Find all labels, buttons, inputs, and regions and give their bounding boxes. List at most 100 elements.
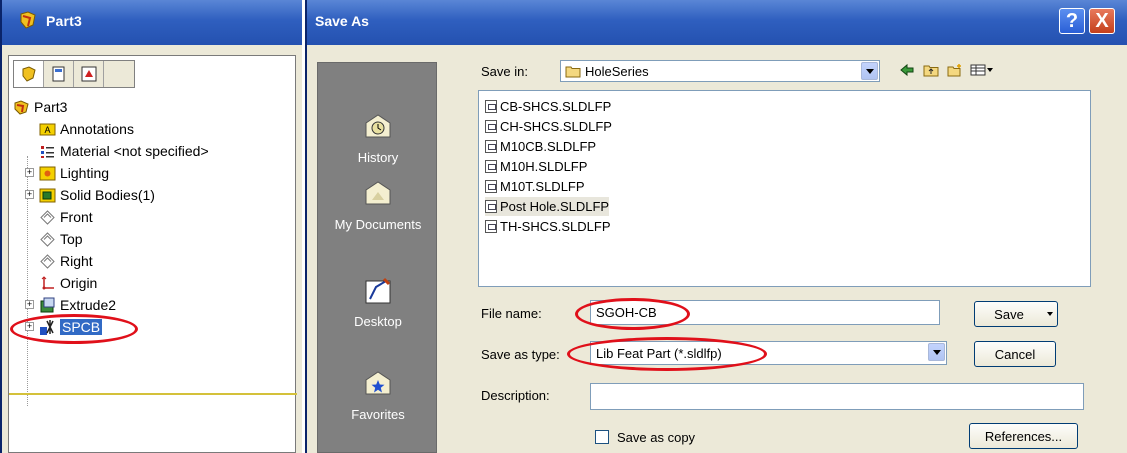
- feature-manager-icon: [22, 66, 36, 82]
- cancel-button-label: Cancel: [994, 346, 1036, 362]
- save-options-dropdown[interactable]: [1043, 301, 1058, 327]
- file-list-item[interactable]: TH-SHCS.SLDLFP: [485, 217, 611, 236]
- tree-item-label: Top: [60, 231, 83, 247]
- tree-item-top-plane[interactable]: Top: [39, 228, 83, 250]
- favorites-icon: [365, 371, 391, 395]
- expand-plus-icon[interactable]: +: [25, 168, 34, 177]
- property-manager-icon: [52, 66, 64, 82]
- annotation-ellipse-spcb: [10, 314, 138, 344]
- references-button[interactable]: References...: [969, 423, 1078, 449]
- svg-text:A: A: [44, 125, 50, 135]
- annotations-icon: A: [39, 123, 56, 135]
- tree-root-label: Part3: [34, 99, 68, 115]
- save-as-type-label: Save as type:: [481, 347, 560, 362]
- chevron-down-icon[interactable]: [861, 62, 878, 80]
- tab-feature-manager[interactable]: [14, 61, 44, 87]
- back-arrow-icon: [900, 63, 914, 77]
- tree-root-part[interactable]: Part3: [13, 96, 67, 118]
- featuremanager-tabs: [13, 60, 135, 88]
- tree-item-label: Annotations: [60, 121, 134, 137]
- place-my-documents[interactable]: My Documents: [318, 178, 438, 232]
- file-name-text: M10H.SLDLFP: [500, 159, 588, 174]
- tree-item-origin[interactable]: Origin: [39, 272, 97, 294]
- file-list[interactable]: CB-SHCS.SLDLFP CH-SHCS.SLDLFP M10CB.SLDL…: [478, 90, 1091, 287]
- file-list-item[interactable]: CB-SHCS.SLDLFP: [485, 97, 611, 116]
- library-file-icon: [485, 160, 497, 173]
- cancel-button[interactable]: Cancel: [974, 341, 1056, 367]
- annotation-ellipse-save-type: [567, 337, 767, 371]
- plane-icon: [40, 253, 55, 269]
- save-button-label: Save: [994, 306, 1024, 322]
- file-list-item[interactable]: CH-SHCS.SLDLFP: [485, 117, 612, 136]
- lighting-icon: [39, 166, 56, 180]
- file-list-item[interactable]: M10H.SLDLFP: [485, 157, 587, 176]
- file-name-text: M10T.SLDLFP: [500, 179, 585, 194]
- tree-item-label: Origin: [60, 275, 98, 291]
- back-button[interactable]: [897, 60, 917, 80]
- extrude-icon: [40, 297, 55, 312]
- save-as-copy-label: Save as copy: [617, 430, 696, 445]
- history-icon: [365, 114, 391, 138]
- solidworks-part-icon: [20, 11, 36, 29]
- part-icon: [14, 99, 29, 115]
- tree-item-extrude2[interactable]: + Extrude2: [25, 294, 116, 316]
- close-button[interactable]: X: [1089, 8, 1115, 34]
- place-history[interactable]: History: [318, 111, 438, 165]
- featuremanager-window: Part3 Part3 A Annotations Material <not …: [0, 0, 302, 453]
- tree-item-lighting[interactable]: + Lighting: [25, 162, 109, 184]
- place-label: History: [357, 150, 399, 165]
- file-name-text: CB-SHCS.SLDLFP: [500, 99, 612, 114]
- file-name-label: File name:: [481, 306, 542, 321]
- view-menu-button[interactable]: [969, 60, 995, 80]
- configuration-manager-icon: [81, 66, 96, 82]
- library-file-icon: [485, 180, 497, 193]
- places-bar: History My Documents Desktop Favorites: [317, 62, 437, 453]
- folder-icon: [565, 66, 581, 77]
- tree-item-front-plane[interactable]: Front: [39, 206, 93, 228]
- help-icon: ?: [1065, 9, 1079, 32]
- tab-configuration-manager[interactable]: [74, 61, 104, 87]
- view-menu-icon: [970, 64, 993, 76]
- save-in-select[interactable]: HoleSeries: [560, 60, 880, 82]
- plane-icon: [40, 209, 55, 225]
- feature-tree-panel: Part3 A Annotations Material <not specif…: [8, 55, 297, 453]
- file-list-item[interactable]: M10T.SLDLFP: [485, 177, 585, 196]
- file-list-item[interactable]: M10CB.SLDLFP: [485, 137, 596, 156]
- place-desktop[interactable]: Desktop: [318, 275, 438, 329]
- description-input[interactable]: [590, 383, 1084, 410]
- library-file-icon: [485, 220, 497, 233]
- tab-empty[interactable]: [104, 61, 134, 87]
- file-name-text: CH-SHCS.SLDLFP: [500, 119, 612, 134]
- window-title: Part3: [46, 13, 83, 29]
- dialog-title-bar: Save As ? X: [307, 0, 1127, 45]
- file-name-text: M10CB.SLDLFP: [500, 139, 597, 154]
- tree-item-label: Right: [60, 253, 93, 269]
- close-icon: X: [1095, 9, 1109, 32]
- tree-item-right-plane[interactable]: Right: [39, 250, 93, 272]
- save-as-dialog: Save As ? X History My Documents Desktop…: [305, 0, 1127, 453]
- tree-item-annotations[interactable]: A Annotations: [39, 118, 134, 140]
- help-button[interactable]: ?: [1059, 8, 1085, 34]
- tree-item-label: Solid Bodies(1): [60, 187, 155, 203]
- file-list-item-hovered[interactable]: Post Hole.SLDLFP: [485, 197, 610, 216]
- dialog-toolbar: [897, 60, 995, 80]
- expand-plus-icon[interactable]: +: [25, 190, 34, 199]
- library-file-icon: [485, 100, 497, 113]
- tab-property-manager[interactable]: [44, 61, 74, 87]
- place-label: Desktop: [354, 314, 402, 329]
- dialog-title: Save As: [315, 13, 369, 29]
- chevron-down-icon[interactable]: [928, 343, 945, 361]
- place-label: Favorites: [351, 407, 405, 422]
- new-folder-button[interactable]: [945, 60, 965, 80]
- tree-item-material[interactable]: Material <not specified>: [39, 140, 209, 162]
- place-favorites[interactable]: Favorites: [318, 368, 438, 422]
- tree-item-label: Extrude2: [60, 297, 117, 313]
- save-as-copy-checkbox[interactable]: [595, 430, 609, 444]
- up-folder-button[interactable]: [921, 60, 941, 80]
- solid-bodies-icon: [39, 188, 56, 202]
- tree-item-solid-bodies[interactable]: + Solid Bodies(1): [25, 184, 155, 206]
- rollback-bar[interactable]: [9, 393, 297, 395]
- save-button[interactable]: Save: [974, 301, 1044, 327]
- tree-item-label: Front: [60, 209, 93, 225]
- expand-plus-icon[interactable]: +: [25, 300, 34, 309]
